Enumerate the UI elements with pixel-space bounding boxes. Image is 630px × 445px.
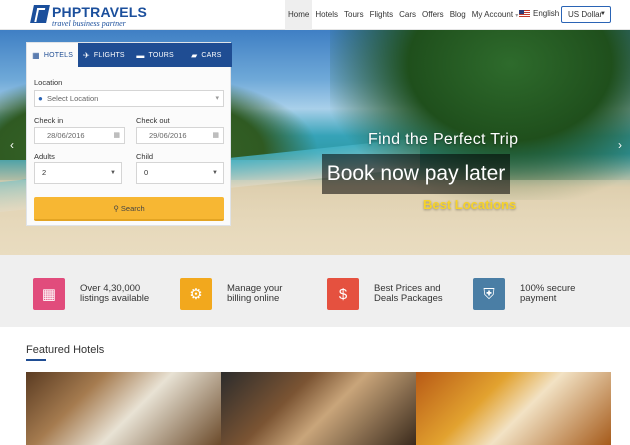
location-label: Location [34,78,63,87]
adults-label: Adults [34,152,55,161]
suitcase-icon: ▬ [136,50,145,60]
features-strip: ▦ Over 4,30,000 listings available ⚙ Man… [0,255,630,327]
building-icon: ▦ [32,50,40,60]
tab-hotels[interactable]: ▦ HOTELS [27,43,79,67]
search-tabs: ▦ HOTELS ✈ FLIGHTS ▬ TOURS ▰ CARS [27,43,232,67]
hero-headline-box: Book now pay later [322,154,510,194]
location-select[interactable]: ● Select Location ▾ [34,90,224,107]
money-icon: $ [327,278,359,310]
nav-cars[interactable]: Cars [396,0,419,30]
featured-title-underline [26,359,46,361]
shield-icon: ⛨ [473,278,505,310]
logo-title: PHPTRAVELS [52,4,148,20]
nav-my-account[interactable]: My Account ▾ [469,0,522,30]
chevron-down-icon: ▼ [212,170,218,176]
feature-prices-line2: Deals Packages [374,293,443,304]
featured-hotels-gallery [26,372,611,445]
search-panel: ▦ HOTELS ✈ FLIGHTS ▬ TOURS ▰ CARS Locati… [26,42,232,226]
child-select[interactable]: 0 ▼ [136,162,224,184]
location-pin-icon: ● [38,94,43,103]
carousel-next-icon[interactable]: › [618,138,622,152]
feature-secure: ⛨ 100% secure payment [473,278,575,310]
plane-icon: ✈ [82,50,90,60]
us-flag-icon [519,10,530,17]
carousel-prev-icon[interactable]: ‹ [10,138,14,152]
featured-hotels-title: Featured Hotels [26,344,105,356]
chevron-down-icon: ▼ [600,11,606,17]
adults-select[interactable]: 2 ▼ [34,162,122,184]
tab-tours[interactable]: ▬ TOURS [130,43,181,67]
checkin-value: 28/06/2016 [47,131,85,140]
feature-listings-line2: listings available [80,293,150,304]
feature-billing: ⚙ Manage your billing online [180,278,282,310]
location-placeholder: Select Location [47,94,99,103]
nav-my-account-label: My Account [471,10,514,19]
nav-offers[interactable]: Offers [419,0,447,30]
hotel-image[interactable] [26,372,221,445]
nav-hotels[interactable]: Hotels [312,0,341,30]
calendar-icon: ▦ [113,132,120,139]
currency-label: US Dollar [568,10,603,19]
nav-blog[interactable]: Blog [447,0,469,30]
main-nav: Home Hotels Tours Flights Cars Offers Bl… [285,0,521,30]
site-logo[interactable]: PHPTRAVELS travel business partner [30,4,148,28]
nav-tours[interactable]: Tours [341,0,367,30]
checkout-label: Check out [136,116,170,125]
hero-tagline: Find the Perfect Trip [368,131,519,148]
feature-billing-line2: billing online [227,293,280,304]
child-label: Child [136,152,154,161]
logo-subtitle: travel business partner [52,19,126,28]
tab-tours-label: TOURS [148,51,174,59]
chevron-down-icon: ▾ [515,13,519,19]
search-button-label: Search [120,204,145,213]
currency-select[interactable]: US Dollar ▼ [561,6,611,23]
hero-headline: Book now pay later [326,162,506,185]
tab-cars[interactable]: ▰ CARS [181,43,232,67]
tab-cars-label: CARS [201,51,222,59]
checkout-value: 29/06/2016 [149,131,187,140]
top-header: PHPTRAVELS travel business partner Home … [0,0,630,30]
logo-icon [30,5,50,23]
language-selector[interactable]: English [519,9,559,18]
building-icon: ▦ [33,278,65,310]
search-button[interactable]: ⚲ Search [34,197,224,221]
checkin-label: Check in [34,116,64,125]
checkin-input[interactable]: 28/06/2016 ▦ [34,127,125,144]
tab-flights-label: FLIGHTS [93,51,125,59]
hotel-image[interactable] [416,372,611,445]
feature-secure-line2: payment [520,293,557,304]
hero-subline: Best Locations [423,197,517,212]
feature-prices: $ Best Prices and Deals Packages [327,278,443,310]
chevron-down-icon: ▼ [110,170,116,176]
feature-listings: ▦ Over 4,30,000 listings available [33,278,149,310]
gear-icon: ⚙ [180,278,212,310]
adults-value: 2 [42,168,47,177]
checkout-input[interactable]: 29/06/2016 ▦ [136,127,224,144]
language-label: English [533,9,560,18]
hotel-image[interactable] [221,372,416,445]
tab-hotels-label: HOTELS [43,51,74,59]
nav-home[interactable]: Home [285,0,313,30]
nav-flights[interactable]: Flights [367,0,397,30]
car-icon: ▰ [191,50,198,60]
tab-flights[interactable]: ✈ FLIGHTS [78,43,129,67]
calendar-icon: ▦ [212,132,219,139]
child-value: 0 [144,168,149,177]
search-icon: ⚲ [113,204,119,213]
chevron-down-icon: ▾ [215,95,219,102]
